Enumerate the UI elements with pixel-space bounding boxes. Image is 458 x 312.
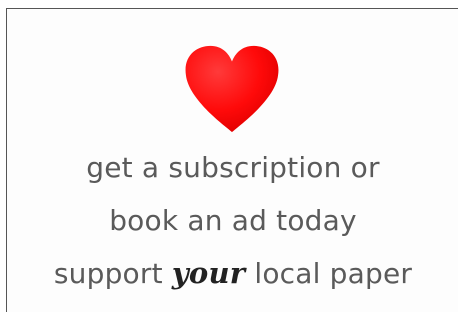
- your-emphasis: your: [171, 256, 246, 290]
- book-ad-line: book an ad today: [109, 204, 357, 237]
- local-paper-text: local paper: [245, 257, 413, 290]
- ad-panel: get a subscription or book an ad today s…: [6, 8, 458, 312]
- support-text: support: [53, 257, 172, 290]
- subscription-line: get a subscription or: [86, 151, 380, 184]
- heart-icon: [183, 43, 281, 135]
- support-line: support your local paper: [7, 256, 458, 291]
